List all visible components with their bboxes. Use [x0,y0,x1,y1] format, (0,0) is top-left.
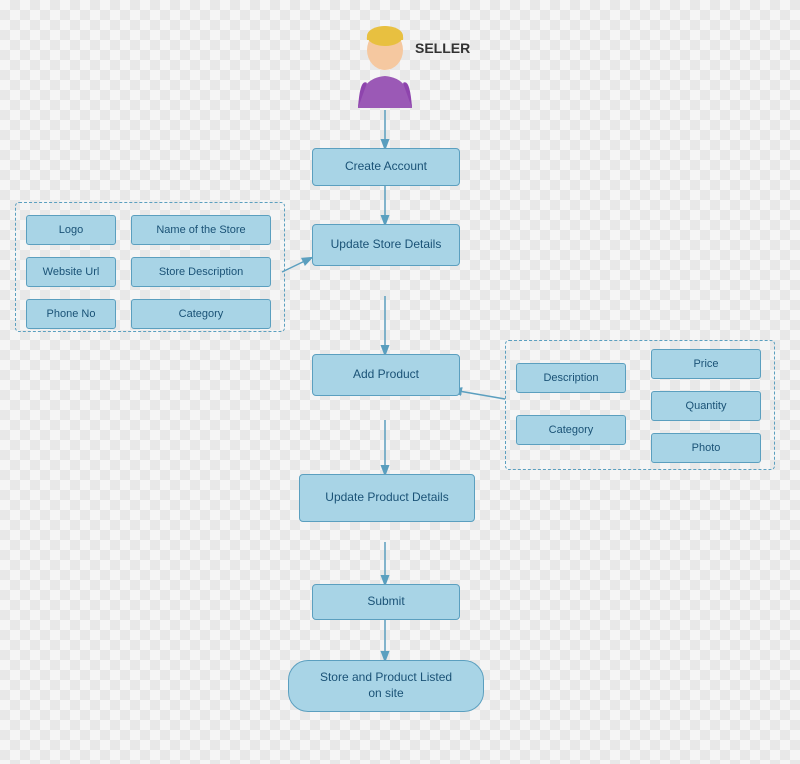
seller-label: SELLER [415,40,470,56]
seller-avatar [340,18,430,108]
store-logo-box: Logo [26,215,116,245]
product-dashed-container: Description Category Price Quantity Phot… [505,340,775,470]
store-description-box: Store Description [131,257,271,287]
store-dashed-container: Logo Name of the Store Website Url Store… [15,202,285,332]
add-product-box: Add Product [312,354,460,396]
product-category-box: Category [516,415,626,445]
store-name-box: Name of the Store [131,215,271,245]
product-description-box: Description [516,363,626,393]
store-website-box: Website Url [26,257,116,287]
diagram-container: SELLER Create Account Update Store Detai… [0,0,800,764]
store-category-box: Category [131,299,271,329]
product-photo-box: Photo [651,433,761,463]
create-account-box: Create Account [312,148,460,186]
update-product-box: Update Product Details [299,474,475,522]
update-store-box: Update Store Details [312,224,460,266]
store-phone-box: Phone No [26,299,116,329]
submit-box: Submit [312,584,460,620]
final-box: Store and Product Listed on site [288,660,484,712]
product-quantity-box: Quantity [651,391,761,421]
product-price-box: Price [651,349,761,379]
